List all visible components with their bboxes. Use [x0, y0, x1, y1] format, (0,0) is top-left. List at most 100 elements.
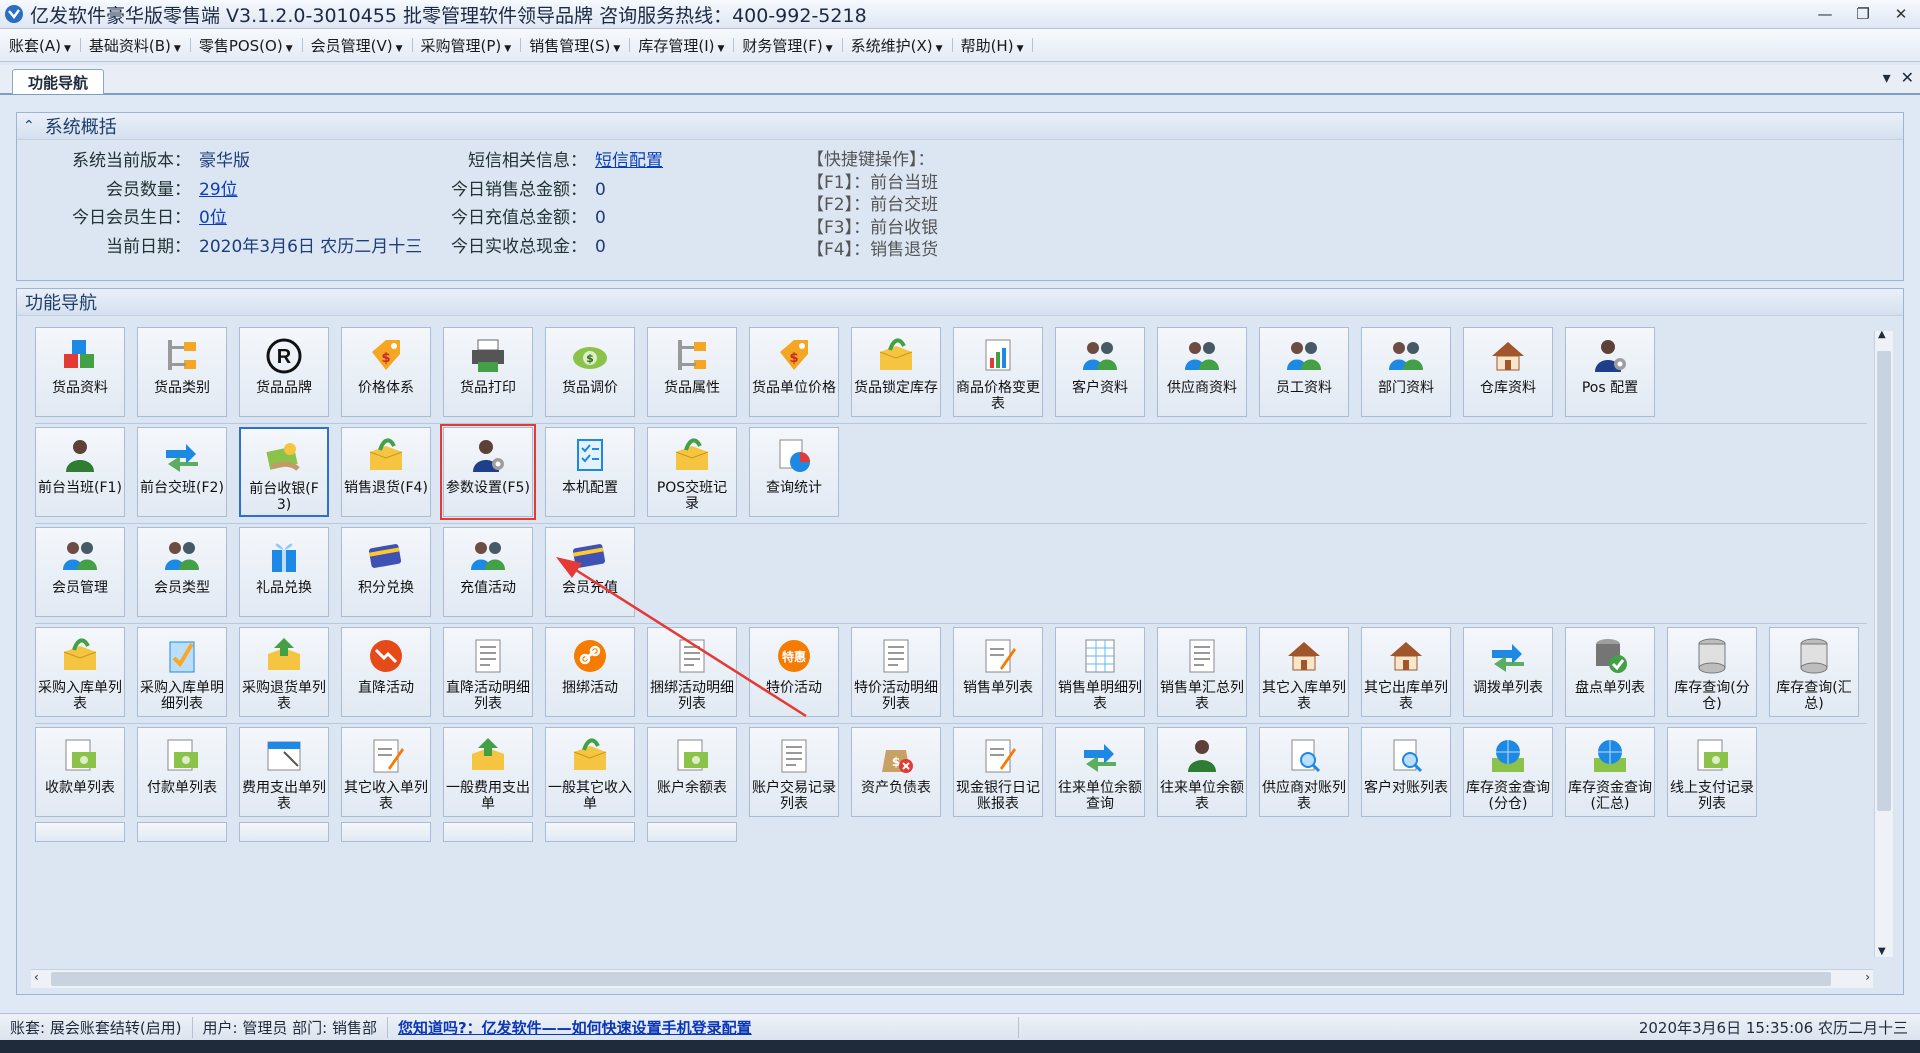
function-tile-3-7[interactable]: 特惠 特价活动: [749, 627, 839, 717]
menu-item-6[interactable]: 库存管理(I) ▼: [629, 35, 735, 56]
function-tile-0-10[interactable]: 客户资料: [1055, 327, 1145, 417]
function-tile-2-0[interactable]: 会员管理: [35, 527, 125, 617]
function-tile-2-1[interactable]: 会员类型: [137, 527, 227, 617]
function-tile-4-11[interactable]: 往来单位余额表: [1157, 727, 1247, 817]
function-tile-4-5[interactable]: 一般其它收入单: [545, 727, 635, 817]
function-tile-0-0[interactable]: 货品资料: [35, 327, 125, 417]
horizontal-scroll-thumb[interactable]: [51, 972, 1831, 986]
overview-header[interactable]: ⌃ 系统概括: [17, 113, 1903, 140]
collapse-icon[interactable]: ⌃: [23, 118, 35, 134]
menu-item-5[interactable]: 销售管理(S) ▼: [520, 35, 631, 56]
function-tile-4-1[interactable]: 付款单列表: [137, 727, 227, 817]
function-tile-partial[interactable]: [341, 822, 431, 842]
menu-item-0[interactable]: 账套(A) ▼: [0, 35, 81, 56]
function-tile-1-1[interactable]: 前台交班(F2): [137, 427, 227, 517]
restore-button[interactable]: ❐: [1844, 0, 1882, 28]
function-tile-4-0[interactable]: 收款单列表: [35, 727, 125, 817]
function-tile-3-6[interactable]: 捆绑活动明细列表: [647, 627, 737, 717]
function-tile-3-2[interactable]: 采购退货单列表: [239, 627, 329, 717]
function-tile-3-17[interactable]: 库存查询(汇总): [1769, 627, 1859, 717]
menu-item-7[interactable]: 财务管理(F) ▼: [733, 35, 843, 56]
menu-item-2[interactable]: 零售POS(O) ▼: [190, 35, 303, 56]
function-tile-partial[interactable]: [35, 822, 125, 842]
horizontal-scrollbar[interactable]: ‹ ›: [31, 969, 1873, 988]
function-tile-4-8[interactable]: $ 资产负债表: [851, 727, 941, 817]
scroll-left-icon[interactable]: ‹: [34, 970, 39, 984]
function-tile-3-1[interactable]: 采购入库单明细列表: [137, 627, 227, 717]
function-tile-4-9[interactable]: 现金银行日记账报表: [953, 727, 1043, 817]
function-tile-4-13[interactable]: 客户对账列表: [1361, 727, 1451, 817]
function-tile-0-11[interactable]: 供应商资料: [1157, 327, 1247, 417]
function-tile-4-12[interactable]: 供应商对账列表: [1259, 727, 1349, 817]
function-tile-0-6[interactable]: 货品属性: [647, 327, 737, 417]
overview-value[interactable]: 29位: [199, 176, 238, 205]
function-tile-2-3[interactable]: 积分兑换: [341, 527, 431, 617]
function-tile-1-7[interactable]: 查询统计: [749, 427, 839, 517]
function-tile-3-5[interactable]: 捆绑活动: [545, 627, 635, 717]
function-tile-4-3[interactable]: 其它收入单列表: [341, 727, 431, 817]
function-tile-1-0[interactable]: 前台当班(F1): [35, 427, 125, 517]
function-tile-4-2[interactable]: 费用支出单列表: [239, 727, 329, 817]
menu-item-9[interactable]: 帮助(H) ▼: [952, 35, 1034, 56]
vertical-scroll-thumb[interactable]: [1877, 351, 1891, 811]
function-tile-3-0[interactable]: 采购入库单列表: [35, 627, 125, 717]
tab-dropdown-icon[interactable]: ▾: [1883, 68, 1891, 87]
function-tile-0-12[interactable]: 员工资料: [1259, 327, 1349, 417]
vertical-scrollbar[interactable]: ▲ ▼: [1874, 329, 1893, 957]
function-tile-3-15[interactable]: 盘点单列表: [1565, 627, 1655, 717]
scroll-up-icon[interactable]: ▲: [1878, 329, 1886, 340]
function-tile-0-5[interactable]: $ 货品调价: [545, 327, 635, 417]
function-tile-0-9[interactable]: 商品价格变更表: [953, 327, 1043, 417]
function-tile-3-8[interactable]: 特价活动明细列表: [851, 627, 941, 717]
function-tile-3-13[interactable]: 其它出库单列表: [1361, 627, 1451, 717]
function-tile-3-11[interactable]: 销售单汇总列表: [1157, 627, 1247, 717]
tab-function-nav[interactable]: 功能导航: [12, 69, 104, 94]
function-tile-0-15[interactable]: Pos 配置: [1565, 327, 1655, 417]
function-tile-0-8[interactable]: 货品锁定库存: [851, 327, 941, 417]
function-tile-partial[interactable]: [239, 822, 329, 842]
function-tile-3-9[interactable]: 销售单列表: [953, 627, 1043, 717]
function-tile-1-6[interactable]: POS交班记录: [647, 427, 737, 517]
function-tile-3-4[interactable]: 直降活动明细列表: [443, 627, 533, 717]
function-tile-4-7[interactable]: 账户交易记录列表: [749, 727, 839, 817]
function-tile-3-16[interactable]: 库存查询(分仓): [1667, 627, 1757, 717]
close-button[interactable]: ✕: [1882, 0, 1920, 28]
function-tile-0-1[interactable]: 货品类别: [137, 327, 227, 417]
scroll-right-icon[interactable]: ›: [1865, 970, 1870, 984]
function-tile-3-10[interactable]: 销售单明细列表: [1055, 627, 1145, 717]
function-tile-4-15[interactable]: 库存资金查询(汇总): [1565, 727, 1655, 817]
function-tile-1-2[interactable]: 前台收银(F3): [239, 427, 329, 517]
function-tile-0-14[interactable]: 仓库资料: [1463, 327, 1553, 417]
function-tile-3-12[interactable]: 其它入库单列表: [1259, 627, 1349, 717]
function-tile-4-16[interactable]: 线上支付记录列表: [1667, 727, 1757, 817]
overview-value[interactable]: 短信配置: [595, 147, 663, 176]
status-tip-link[interactable]: 您知道吗?：亿发软件——如何快速设置手机登录配置: [388, 1016, 1019, 1038]
function-tile-2-4[interactable]: 充值活动: [443, 527, 533, 617]
function-tile-1-5[interactable]: 本机配置: [545, 427, 635, 517]
function-tile-partial[interactable]: [545, 822, 635, 842]
function-tile-0-2[interactable]: R 货品品牌: [239, 327, 329, 417]
scroll-down-icon[interactable]: ▼: [1878, 946, 1886, 957]
function-tile-partial[interactable]: [647, 822, 737, 842]
menu-item-8[interactable]: 系统维护(X) ▼: [842, 35, 953, 56]
menu-item-1[interactable]: 基础资料(B) ▼: [80, 35, 191, 56]
function-tile-partial[interactable]: [137, 822, 227, 842]
function-tile-partial[interactable]: [443, 822, 533, 842]
overview-value[interactable]: 0位: [199, 204, 227, 233]
function-tile-2-2[interactable]: 礼品兑换: [239, 527, 329, 617]
function-tile-0-13[interactable]: 部门资料: [1361, 327, 1451, 417]
function-tile-3-3[interactable]: 直降活动: [341, 627, 431, 717]
function-tile-4-4[interactable]: 一般费用支出单: [443, 727, 533, 817]
function-tile-3-14[interactable]: 调拨单列表: [1463, 627, 1553, 717]
menu-item-3[interactable]: 会员管理(V) ▼: [302, 35, 413, 56]
function-tile-4-10[interactable]: 往来单位余额查询: [1055, 727, 1145, 817]
tab-close-icon[interactable]: ✕: [1901, 68, 1914, 87]
function-tile-1-4[interactable]: 参数设置(F5): [440, 424, 536, 520]
function-tile-4-6[interactable]: 账户余额表: [647, 727, 737, 817]
function-tile-0-4[interactable]: 货品打印: [443, 327, 533, 417]
function-tile-0-7[interactable]: $ 货品单位价格: [749, 327, 839, 417]
menu-item-4[interactable]: 采购管理(P) ▼: [412, 35, 521, 56]
function-tile-2-5[interactable]: 会员充值: [545, 527, 635, 617]
function-tile-1-3[interactable]: 销售退货(F4): [341, 427, 431, 517]
function-tile-0-3[interactable]: $ 价格体系: [341, 327, 431, 417]
